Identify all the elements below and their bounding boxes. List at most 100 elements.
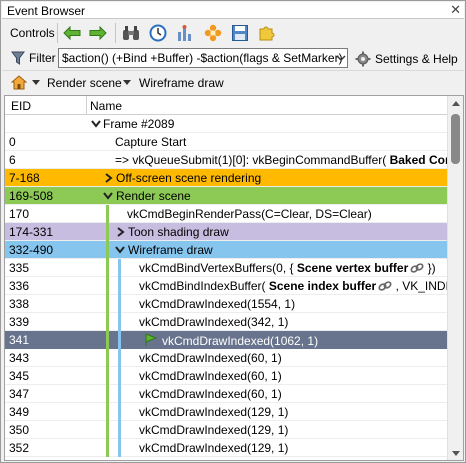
event-id: 7-168: [9, 171, 40, 185]
current-event-flag-icon: [145, 333, 158, 346]
chevron-down-icon[interactable]: [115, 245, 125, 255]
event-name: vkCmdDrawIndexed(60, 1): [139, 369, 282, 383]
settings-help-label: Settings & Help: [375, 52, 458, 66]
timeline-bar-icon[interactable]: [175, 23, 195, 43]
resource-name[interactable]: Baked Command Buffer: [390, 153, 448, 167]
table-row[interactable]: 335 vkCmdBindVertexBuffers(0, { Scene ver…: [5, 259, 448, 277]
table-row[interactable]: 350 vkCmdDrawIndexed(129, 1): [5, 421, 448, 439]
event-name: vkCmdDrawIndexed(1554, 1): [139, 297, 295, 311]
event-name: Off-screen scene rendering: [116, 171, 261, 185]
event-name: vkCmdDrawIndexed(129, 1): [139, 441, 288, 455]
event-name: vkCmdDrawIndexed(129, 1): [139, 405, 288, 419]
event-name: Wireframe draw: [128, 243, 213, 257]
table-row[interactable]: 338 vkCmdDrawIndexed(1554, 1): [5, 295, 448, 313]
table-row[interactable]: 332-490 Wireframe draw: [5, 241, 448, 259]
event-name: vkCmdBeginRenderPass(C=Clear, DS=Clear): [127, 207, 372, 221]
event-name-text: vkCmdBindIndexBuffer(: [139, 279, 266, 293]
event-id: 338: [9, 297, 30, 311]
resource-name[interactable]: Scene index buffer: [269, 279, 376, 293]
table-row[interactable]: 339 vkCmdDrawIndexed(342, 1): [5, 313, 448, 331]
event-id: 347: [9, 387, 30, 401]
event-name: Frame #2089: [103, 117, 174, 131]
table-row[interactable]: 174-331 Toon shading draw: [5, 223, 448, 241]
controls-toolbar: Controls: [2, 20, 464, 46]
event-name-text: Toon shading draw: [128, 225, 229, 239]
table-row[interactable]: 345 vkCmdDrawIndexed(60, 1): [5, 367, 448, 385]
event-name: => vkQueueSubmit(1)[0]: vkBeginCommandBu…: [115, 153, 448, 167]
table-row[interactable]: 343 vkCmdDrawIndexed(60, 1): [5, 349, 448, 367]
save-icon[interactable]: [230, 23, 250, 43]
scroll-thumb[interactable]: [451, 114, 460, 164]
export-puzzle-icon[interactable]: [257, 23, 277, 43]
event-name-text: vkCmdDrawIndexed(342, 1): [139, 315, 289, 329]
filter-label: Filter: [29, 51, 56, 65]
chevron-down-icon[interactable]: [103, 191, 113, 201]
toolbar-separator: [57, 23, 58, 43]
table-row[interactable]: 341 vkCmdDrawIndexed(1062, 1): [5, 331, 448, 349]
event-rows: Frame #2089 0 Capture Start 6 => vkQueueSubm…: [5, 115, 448, 460]
chevron-down-icon: [336, 55, 346, 62]
settings-help-button[interactable]: Settings & Help: [355, 49, 458, 69]
bookmark-flower-icon[interactable]: [203, 23, 223, 43]
breadcrumb: Render scene Wireframe draw: [2, 70, 464, 94]
clock-icon[interactable]: [148, 23, 168, 43]
event-id: 345: [9, 369, 30, 383]
scroll-up-icon[interactable]: [452, 101, 460, 106]
column-header-name[interactable]: Name: [90, 99, 122, 113]
binoculars-icon[interactable]: [121, 23, 141, 43]
vertical-scrollbar[interactable]: [447, 96, 463, 460]
resource-link-icon[interactable]: [378, 280, 392, 292]
table-row[interactable]: 349 vkCmdDrawIndexed(129, 1): [5, 403, 448, 421]
event-id: 0: [9, 135, 16, 149]
arrow-left-icon[interactable]: [62, 23, 82, 43]
resource-link-icon[interactable]: [410, 262, 424, 274]
column-header-eid[interactable]: EID: [11, 99, 31, 113]
event-id: 332-490: [9, 243, 54, 257]
event-id: 349: [9, 405, 30, 419]
event-name-suffix: }): [424, 261, 436, 275]
event-name-text: vkCmdBindVertexBuffers(0, {: [139, 261, 294, 275]
table-row[interactable]: Frame #2089: [5, 115, 448, 133]
event-id: 343: [9, 351, 30, 365]
event-name-text: Render scene: [116, 189, 191, 203]
scroll-down-icon[interactable]: [452, 451, 460, 456]
table-row[interactable]: 347 vkCmdDrawIndexed(60, 1): [5, 385, 448, 403]
event-name: Capture Start: [115, 135, 186, 149]
event-name-text: vkCmdDrawIndexed(129, 1): [139, 441, 289, 455]
breadcrumb-item[interactable]: Render scene: [47, 76, 122, 90]
event-name: vkCmdDrawIndexed(60, 1): [139, 351, 282, 365]
event-id: 341: [9, 333, 30, 347]
event-name-text: vkCmdDrawIndexed(1062, 1): [162, 334, 319, 348]
event-name-suffix: , VK_INDEX_TY: [395, 279, 448, 293]
resource-name[interactable]: Scene vertex buffer: [297, 261, 408, 275]
event-id: 174-331: [9, 225, 54, 239]
chevron-right-icon[interactable]: [115, 227, 125, 237]
event-name: vkCmdDrawIndexed(1062, 1): [139, 333, 318, 348]
home-icon[interactable]: [11, 75, 27, 90]
table-row[interactable]: 352 vkCmdDrawIndexed(129, 1): [5, 439, 448, 457]
close-icon[interactable]: ✕: [450, 2, 461, 18]
table-row[interactable]: 7-168 Off-screen scene rendering: [5, 169, 448, 187]
filter-input[interactable]: $action() (+Bind +Buffer) -$action(flags…: [58, 48, 348, 68]
event-id: 335: [9, 261, 30, 275]
arrow-right-icon[interactable]: [88, 23, 108, 43]
event-name-text: Wireframe draw: [128, 243, 213, 257]
filter-dropdown[interactable]: [334, 49, 348, 67]
breadcrumb-item[interactable]: Wireframe draw: [139, 76, 224, 90]
event-name: vkCmdBindVertexBuffers(0, { Scene vertex…: [139, 261, 436, 275]
event-name: Render scene: [116, 189, 191, 203]
table-row[interactable]: 336 vkCmdBindIndexBuffer( Scene index buf…: [5, 277, 448, 295]
table-row[interactable]: 169-508 Render scene: [5, 187, 448, 205]
event-id: 350: [9, 423, 30, 437]
chevron-down-icon[interactable]: [123, 80, 131, 85]
table-row[interactable]: 170 vkCmdBeginRenderPass(C=Clear, DS=Clea…: [5, 205, 448, 223]
chevron-right-icon[interactable]: [103, 173, 113, 183]
column-separator[interactable]: [86, 96, 87, 115]
table-row[interactable]: 0 Capture Start: [5, 133, 448, 151]
chevron-down-icon[interactable]: [91, 119, 101, 129]
chevron-down-icon[interactable]: [32, 80, 40, 85]
event-name-text: vkCmdDrawIndexed(129, 1): [139, 423, 289, 437]
event-tree-table[interactable]: EID Name Frame #2089 0 Capture Start 6 => vk…: [4, 95, 464, 461]
table-row[interactable]: 6 => vkQueueSubmit(1)[0]: vkBeginCommandB…: [5, 151, 448, 169]
event-name: vkCmdBindIndexBuffer( Scene index buffer…: [139, 279, 448, 293]
